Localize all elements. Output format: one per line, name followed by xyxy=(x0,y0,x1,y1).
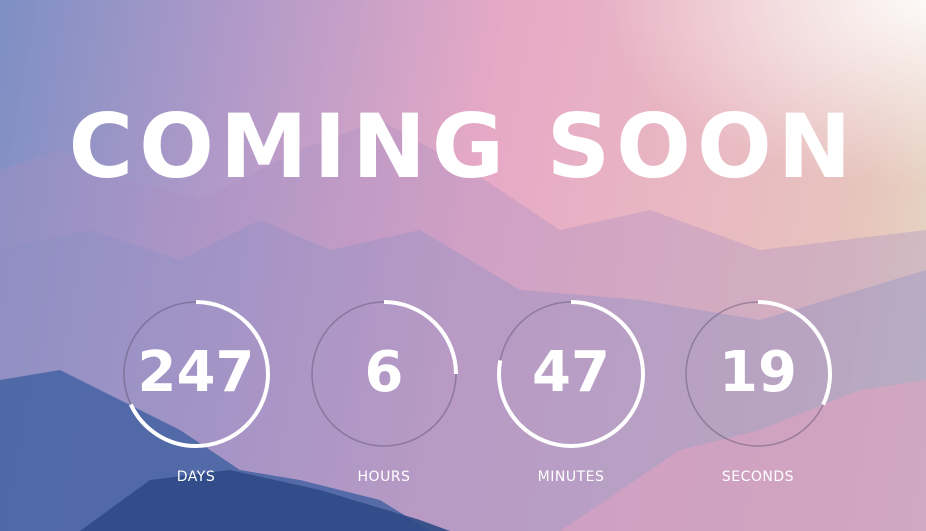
countdown-days: 247 DAYS xyxy=(121,299,271,485)
countdown-label: DAYS xyxy=(176,469,216,485)
countdown-value: 247 xyxy=(137,340,255,405)
countdown-label: HOURS xyxy=(357,469,411,485)
countdown-value: 19 xyxy=(719,340,797,405)
countdown-value: 6 xyxy=(364,340,404,405)
countdown-seconds: 19 SECONDS xyxy=(683,299,833,485)
page-title: COMING SOON xyxy=(68,95,858,198)
countdown-value: 47 xyxy=(532,340,610,405)
countdown-label: MINUTES xyxy=(537,469,605,485)
countdown-label: SECONDS xyxy=(721,469,795,485)
countdown-hours: 6 HOURS xyxy=(309,299,459,485)
countdown-minutes: 47 MINUTES xyxy=(496,299,646,485)
